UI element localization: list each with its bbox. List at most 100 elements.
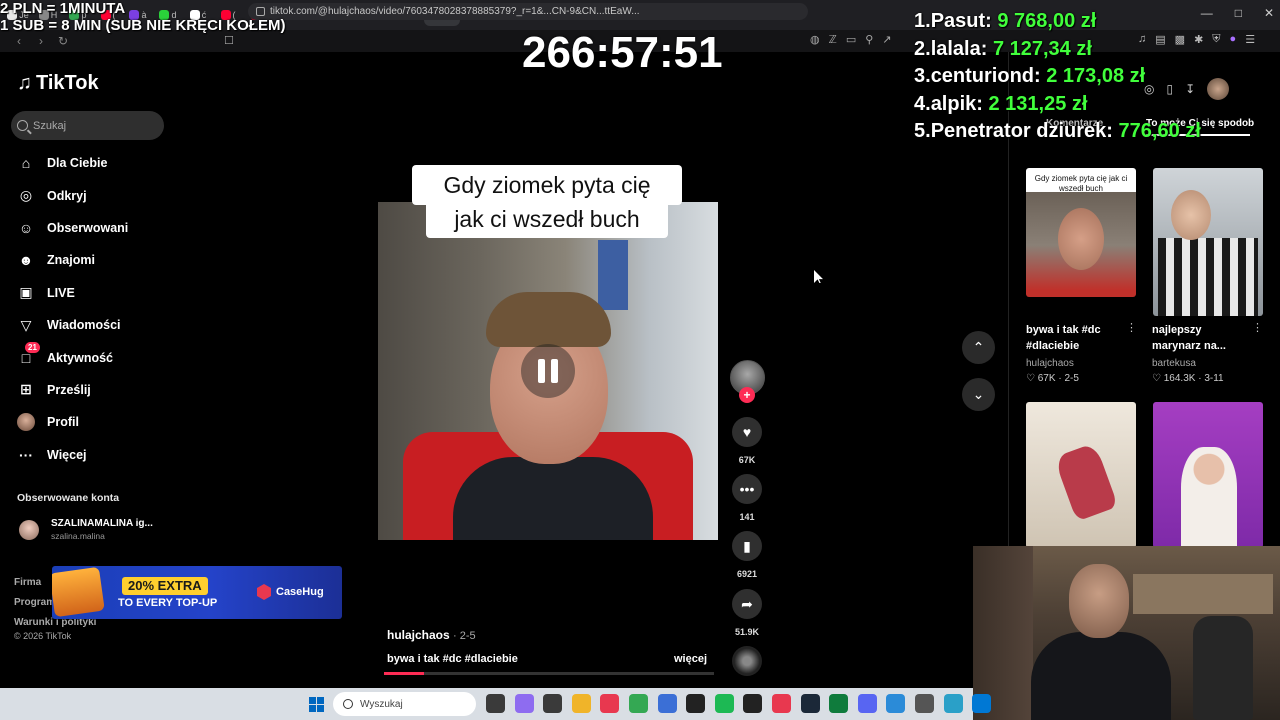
url-text: tiktok.com/@hulajchaos/video/76034780283… — [270, 6, 640, 17]
taskbar-app-icon[interactable] — [686, 694, 706, 713]
following-accounts-title: Obserwowane konta — [17, 492, 120, 504]
sidebar-item-profile-avatar[interactable]: Profil — [17, 406, 167, 438]
sidebar-item-friends[interactable]: ☻ Znajomi — [17, 244, 167, 276]
leaderboard-amount: 9 768,00 zł — [997, 10, 1097, 32]
eye-off-icon[interactable]: ◍ — [810, 33, 820, 46]
logo-text: TikTok — [36, 72, 99, 94]
sidebar-item-more[interactable]: ··· Więcej — [17, 439, 167, 471]
like-button[interactable]: ♥ — [732, 417, 762, 447]
translate-icon[interactable]: ℤ — [829, 33, 837, 46]
taskbar-app-icon[interactable] — [800, 694, 820, 713]
rate-line-2: 1 SUB = 8 MIN (SUB NIE KRĘCI KOŁEM) — [0, 17, 286, 34]
pause-button[interactable] — [521, 344, 575, 398]
share-arrow-icon: ➦ — [741, 595, 753, 612]
taskbar-app-icon[interactable] — [514, 694, 534, 713]
comment-button[interactable]: ••• — [732, 474, 762, 504]
messages-icon: ▽ — [20, 316, 32, 333]
zoom-icon[interactable]: ⚲ — [865, 33, 873, 46]
following-icon: ☺ — [18, 219, 34, 236]
taskbar-app-icon[interactable] — [486, 694, 505, 713]
suggested-video-title[interactable]: najlepszy marynarz na... — [1152, 322, 1252, 354]
share-icon[interactable]: ↗ — [882, 33, 891, 46]
suggested-video-thumbnail[interactable] — [1153, 402, 1263, 548]
donation-leaderboard: 1.Pasut: 9 768,00 zł 2.lalala: 7 127,34 z… — [914, 8, 1201, 146]
maximize-icon[interactable]: □ — [1235, 6, 1242, 20]
suggested-video-author[interactable]: bartekusa — [1152, 358, 1196, 369]
taskbar-app-icon[interactable] — [714, 694, 734, 713]
sidebar-item-compass[interactable]: ◎ Odkryj — [17, 179, 167, 211]
sidebar-item-home[interactable]: ⌂ Dla Ciebie — [17, 147, 167, 179]
taskbar-app-icon[interactable] — [743, 694, 763, 713]
leaderboard-amount: 2 173,08 zł — [1046, 65, 1146, 88]
shield-icon[interactable]: ⛨ — [1212, 33, 1220, 46]
user-avatar[interactable] — [1207, 78, 1230, 100]
video-author-name[interactable]: hulajchaos — [387, 628, 450, 642]
vpn-icon[interactable]: ● — [1230, 33, 1237, 46]
taskbar-app-icon[interactable] — [943, 694, 963, 713]
leaderboard-row: 4.alpik: 2 131,25 zł — [914, 91, 1201, 119]
video-progress-bar[interactable] — [384, 672, 714, 675]
suggested-video-title[interactable]: bywa i tak #dc #dlaciebie — [1026, 322, 1126, 354]
minimize-icon[interactable]: — — [1201, 6, 1213, 20]
next-video-button[interactable]: ⌄ — [962, 378, 995, 411]
bookmark-icon[interactable]: ☐ — [224, 34, 234, 47]
cast-icon[interactable]: ▭ — [846, 33, 856, 46]
share-button[interactable]: ➦ — [732, 589, 762, 619]
more-options-icon[interactable]: ⋮ — [1126, 321, 1137, 334]
rate-line-1: 2 PLN = 1MINUTA — [0, 0, 126, 17]
menu-icon[interactable]: ☰ — [1245, 33, 1255, 46]
suggested-video-thumbnail[interactable]: Gdy ziomek pyta cię jak ci wszedł buch — [1026, 168, 1136, 297]
search-input[interactable]: Szukaj — [11, 111, 164, 140]
suggested-video-date: 2-5 — [1064, 373, 1079, 384]
tiktok-logo[interactable]: ♫ TikTok — [17, 72, 99, 95]
casehug-logo-icon — [257, 584, 271, 600]
casehug-ad-banner[interactable]: 20% EXTRA TO EVERY TOP-UP CaseHug — [52, 566, 342, 619]
music-disc-icon[interactable] — [732, 646, 762, 676]
back-icon[interactable]: ‹ — [8, 34, 30, 48]
taskbar-app-icon[interactable] — [571, 694, 591, 713]
sidebar-item-following[interactable]: ☺ Obserwowani — [17, 212, 167, 244]
reload-icon[interactable]: ↻ — [52, 34, 74, 48]
follow-button[interactable]: + — [739, 387, 755, 403]
close-window-icon[interactable]: ✕ — [1264, 6, 1274, 20]
save-button[interactable]: ▮ — [732, 531, 762, 561]
taskbar-app-icon[interactable] — [914, 694, 934, 713]
sidebar-item-upload[interactable]: ⊞ Prześlij — [17, 374, 167, 406]
webcam-shelf — [1133, 574, 1273, 614]
taskbar-search-input[interactable]: Wyszukaj — [333, 692, 476, 716]
address-bar[interactable]: tiktok.com/@hulajchaos/video/76034780283… — [248, 3, 808, 20]
friends-icon: ☻ — [18, 252, 34, 269]
sidebar-item-label: LIVE — [47, 285, 75, 300]
taskbar-app-icon[interactable] — [543, 694, 563, 713]
forward-icon[interactable]: › — [30, 34, 52, 48]
sidebar-item-activity[interactable]: □ 21 Aktywność — [17, 341, 167, 373]
sidebar-item-live[interactable]: ▣ LIVE — [17, 277, 167, 309]
suggested-video-author[interactable]: hulajchaos — [1026, 358, 1074, 369]
video-author[interactable]: hulajchaos · 2-5 — [387, 628, 476, 642]
taskbar-app-icon[interactable] — [829, 694, 849, 713]
followed-account[interactable]: SZALINAMALINA ig... szalina.malina — [19, 518, 153, 541]
leaderboard-amount: 2 131,25 zł — [988, 92, 1088, 115]
taskbar-app-icon[interactable] — [771, 694, 791, 713]
sidebar-item-messages[interactable]: ▽ Wiadomości — [17, 309, 167, 341]
taskbar-app-icon[interactable] — [857, 694, 877, 713]
taskbar-app-icon[interactable] — [886, 694, 906, 713]
leaderboard-row: 3.centuriond: 2 173,08 zł — [914, 63, 1201, 91]
more-link[interactable]: więcej — [674, 653, 707, 665]
suggested-video-thumbnail[interactable] — [1153, 168, 1263, 316]
leaderboard-name: Penetrator dziurek: — [930, 120, 1113, 143]
thumbnail-coat — [1158, 238, 1258, 316]
leaderboard-rank: 1. — [914, 10, 931, 32]
video-description[interactable]: bywa i tak #dc #dlaciebie — [387, 653, 518, 665]
taskbar-app-icon[interactable] — [657, 694, 677, 713]
previous-video-button[interactable]: ⌃ — [962, 331, 995, 364]
more-options-icon[interactable]: ⋮ — [1252, 321, 1263, 334]
windows-start-icon[interactable] — [309, 697, 324, 712]
taskbar-app-icon[interactable] — [600, 694, 620, 713]
leaderboard-amount: 776,60 zł — [1118, 120, 1201, 143]
comment-icon: ••• — [739, 481, 755, 497]
taskbar-app-icon[interactable] — [628, 694, 648, 713]
taskbar-app-icon[interactable] — [972, 694, 992, 713]
leaderboard-name: alpik: — [930, 92, 983, 115]
suggested-video-thumbnail[interactable] — [1026, 402, 1136, 548]
